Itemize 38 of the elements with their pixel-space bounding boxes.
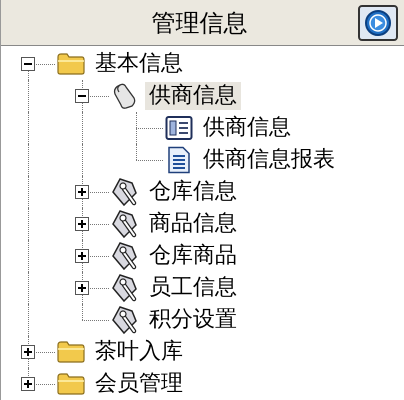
- expand-toggle[interactable]: [21, 345, 35, 359]
- tool-icon: [110, 209, 140, 239]
- tree-item[interactable]: 会员管理: [91, 370, 187, 398]
- tool-icon: [110, 305, 140, 335]
- tree-item[interactable]: 供商信息: [145, 82, 241, 110]
- plus-icon: [23, 379, 33, 389]
- tree-item[interactable]: 茶叶入库: [91, 338, 187, 366]
- document-icon: [167, 146, 191, 174]
- plus-icon: [77, 251, 87, 261]
- play-button[interactable]: [358, 4, 398, 40]
- plus-icon: [77, 219, 87, 229]
- tree-item[interactable]: 供商信息报表: [199, 146, 339, 174]
- tree-item[interactable]: 供商信息: [199, 114, 295, 142]
- tree-item[interactable]: 仓库商品: [145, 242, 241, 270]
- tree-item[interactable]: 积分设置: [145, 306, 241, 334]
- scroll-icon: [112, 82, 138, 110]
- panel-title: 管理信息: [150, 8, 248, 38]
- tree-item[interactable]: 基本信息: [91, 50, 187, 78]
- folder-icon: [56, 52, 86, 76]
- collapse-toggle[interactable]: [75, 89, 89, 103]
- tree-item[interactable]: 商品信息: [145, 210, 241, 238]
- expand-toggle[interactable]: [75, 249, 89, 263]
- tool-icon: [110, 177, 140, 207]
- expand-toggle[interactable]: [21, 377, 35, 391]
- plus-icon: [77, 187, 87, 197]
- collapse-toggle[interactable]: [21, 57, 35, 71]
- folder-icon: [56, 372, 86, 396]
- plus-icon: [77, 283, 87, 293]
- folder-icon: [56, 340, 86, 364]
- plus-icon: [23, 347, 33, 357]
- expand-toggle[interactable]: [75, 185, 89, 199]
- expand-toggle[interactable]: [75, 217, 89, 231]
- tree-item[interactable]: 员工信息: [145, 274, 241, 302]
- tool-icon: [110, 241, 140, 271]
- tool-icon: [110, 273, 140, 303]
- form-icon: [165, 115, 193, 141]
- tree-item[interactable]: 仓库信息: [145, 178, 241, 206]
- expand-toggle[interactable]: [75, 281, 89, 295]
